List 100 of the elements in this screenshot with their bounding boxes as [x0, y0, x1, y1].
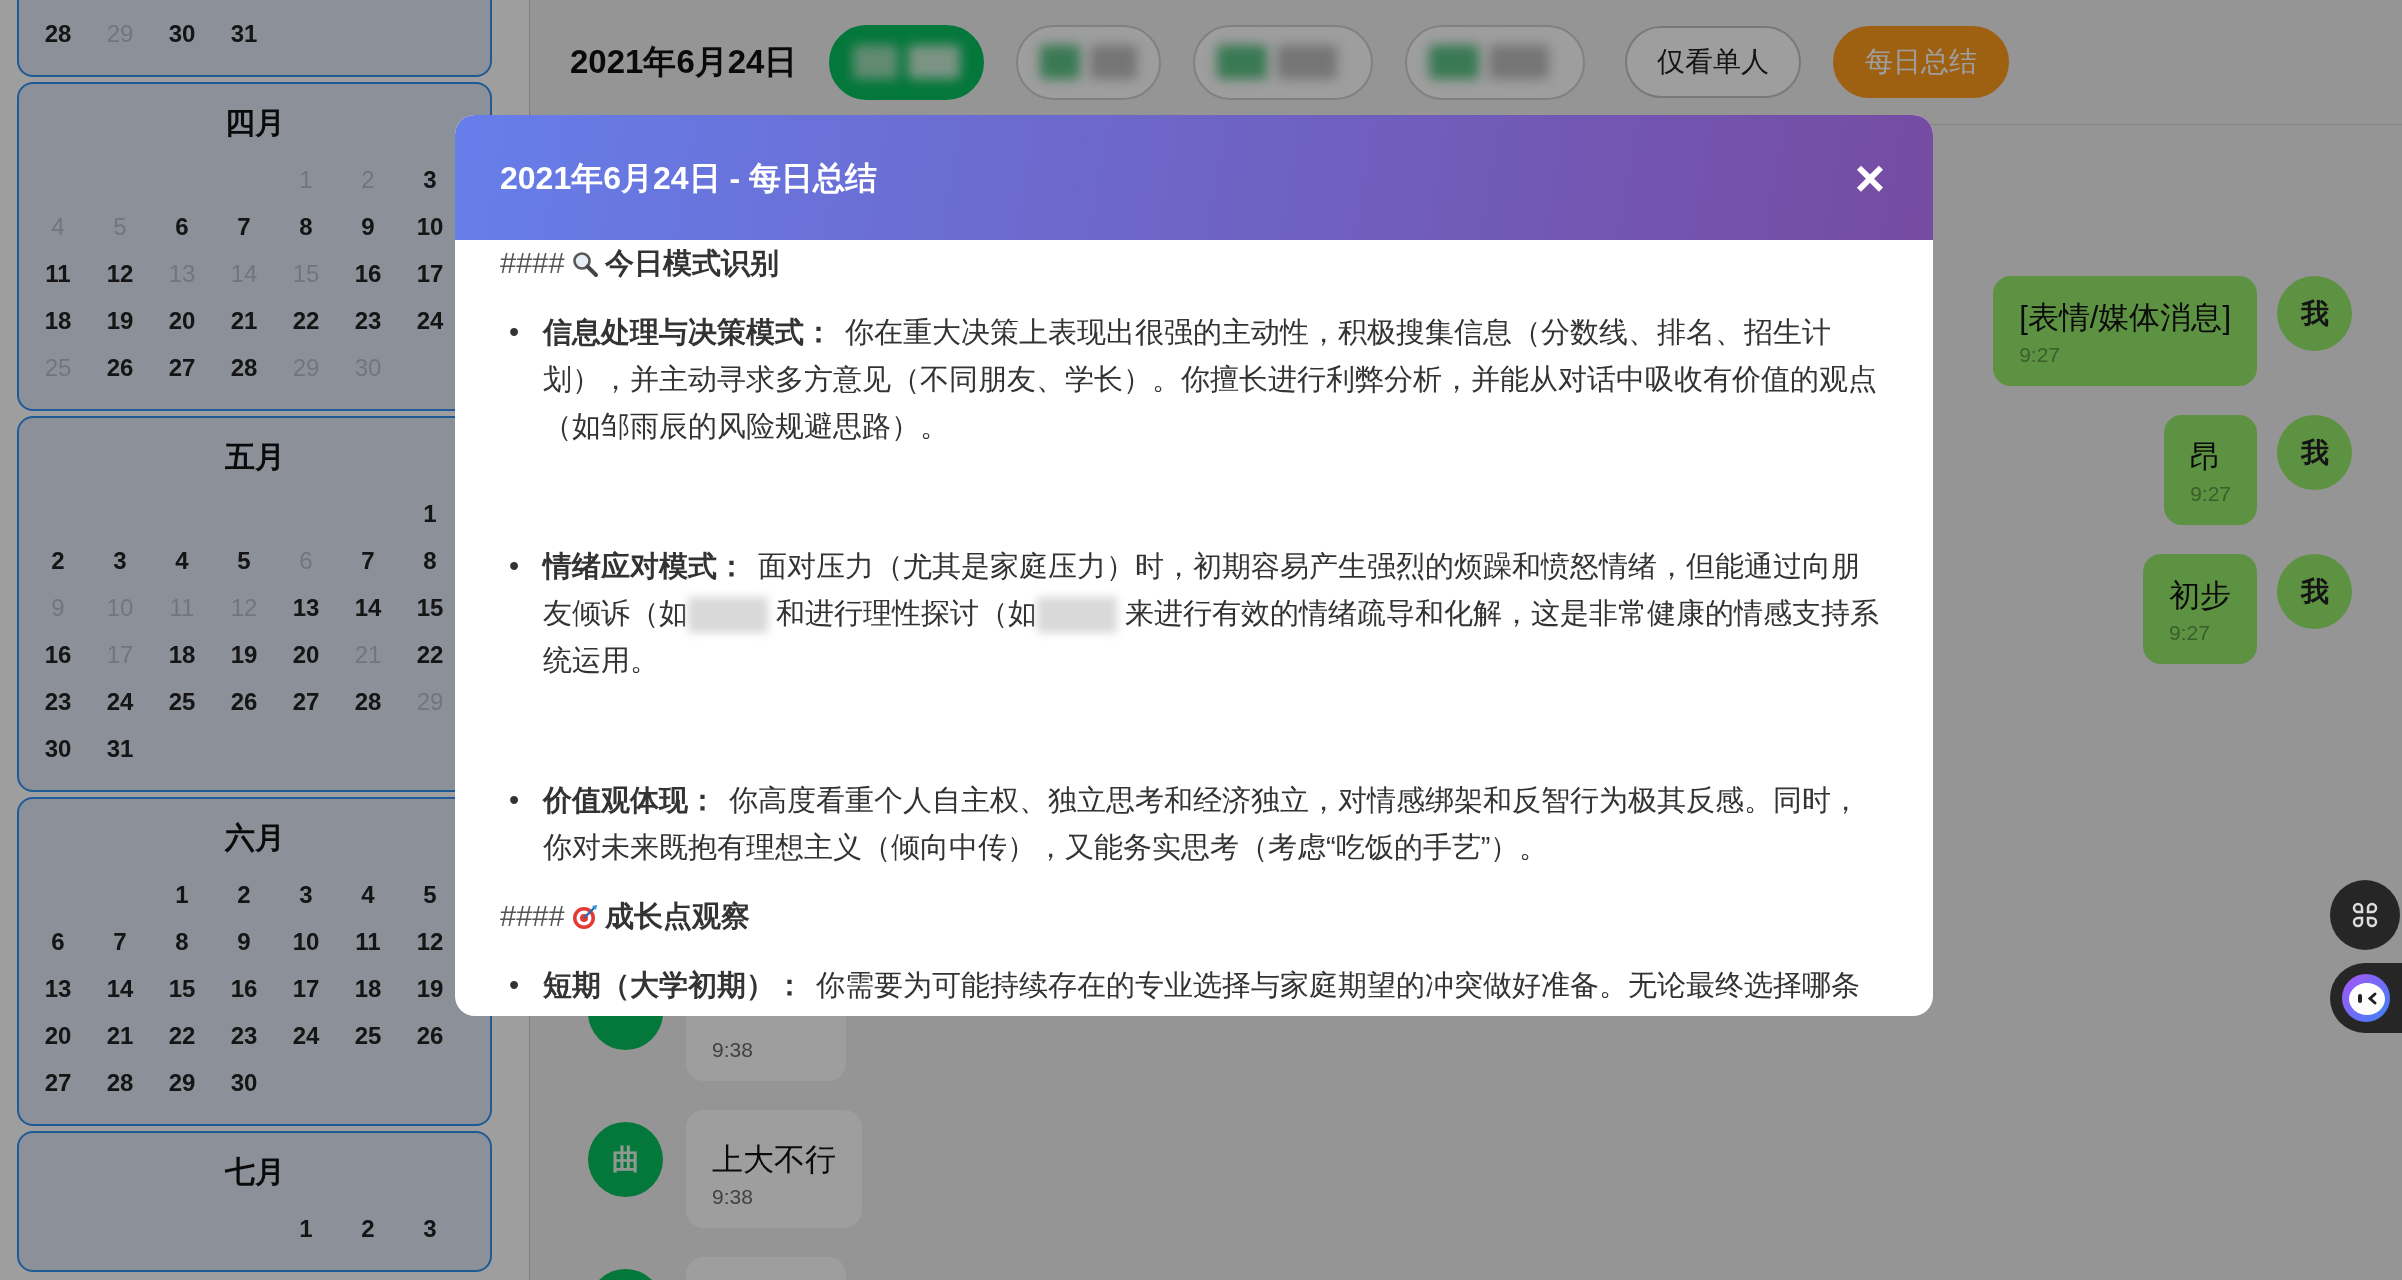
calendar-day[interactable]: 23 [354, 306, 382, 335]
message-text: [表情/媒体消息] [2019, 299, 2231, 337]
calendar-day[interactable]: 25 [168, 687, 196, 716]
calendar-day[interactable]: 17 [416, 259, 444, 288]
calendar-day[interactable]: 26 [416, 1021, 444, 1050]
calendar-day[interactable]: 26 [106, 353, 134, 382]
dialog-title: 2021年6月24日 - 每日总结 [500, 158, 877, 198]
calendar-day[interactable]: 21 [230, 306, 258, 335]
calendar-day[interactable]: 30 [44, 734, 72, 763]
calendar-day[interactable]: 3 [299, 880, 313, 909]
calendar-day[interactable]: 19 [106, 306, 134, 335]
calendar-day[interactable]: 13 [292, 593, 320, 622]
calendar-day[interactable]: 7 [361, 546, 375, 575]
calendar-day[interactable]: 2 [51, 546, 65, 575]
calendar-day[interactable]: 4 [175, 546, 189, 575]
calendar-day[interactable]: 4 [361, 880, 375, 909]
calendar-day[interactable]: 19 [230, 640, 258, 669]
filter-button[interactable]: 仅看单人 [1625, 26, 1802, 98]
calendar-day[interactable]: 24 [106, 687, 134, 716]
calendar-day[interactable]: 29 [168, 1068, 196, 1097]
calendar-day[interactable]: 18 [168, 640, 196, 669]
calendar-day[interactable]: 13 [44, 974, 72, 1003]
calendar-day[interactable]: 30 [168, 19, 196, 48]
message-text: 初步 [2169, 577, 2231, 615]
calendar-day[interactable]: 11 [45, 259, 71, 288]
calendar-day[interactable]: 7 [237, 212, 251, 241]
calendar-day[interactable]: 28 [44, 19, 72, 48]
calendar-day[interactable]: 12 [416, 927, 444, 956]
calendar-day[interactable]: 20 [168, 306, 196, 335]
calendar-day[interactable]: 11 [355, 927, 381, 956]
calendar-day[interactable]: 8 [423, 546, 437, 575]
calendar-day[interactable]: 17 [292, 974, 320, 1003]
calendar-day[interactable]: 7 [113, 927, 127, 956]
search-icon [570, 249, 599, 278]
calendar-day[interactable]: 31 [106, 734, 134, 763]
calendar-day[interactable]: 9 [237, 927, 251, 956]
calendar-day[interactable]: 19 [416, 974, 444, 1003]
calendar-day[interactable]: 18 [44, 306, 72, 335]
calendar-day[interactable]: 15 [416, 593, 444, 622]
calendar-day[interactable]: 22 [168, 1021, 196, 1050]
calendar-day[interactable]: 27 [168, 353, 196, 382]
calendar-day[interactable]: 14 [106, 974, 134, 1003]
calendar-day[interactable]: 3 [423, 165, 437, 194]
calendar-day[interactable]: 15 [168, 974, 196, 1003]
face-icon [2341, 973, 2391, 1023]
avatar: 我 [2277, 276, 2352, 351]
calendar-day[interactable]: 21 [106, 1021, 134, 1050]
calendar-day[interactable]: 9 [361, 212, 375, 241]
month-title: 七月 [223, 1154, 286, 1190]
avatar: 曲 [588, 1122, 663, 1197]
calendar-day[interactable]: 2 [361, 1214, 375, 1243]
calendar-day[interactable]: 20 [44, 1021, 72, 1050]
calendar-day[interactable]: 27 [292, 687, 320, 716]
heading-marks: #### [500, 899, 565, 934]
summary-bullet: 情绪应对模式： 面对压力（尤其是家庭压力）时，初期容易产生强烈的烦躁和愤怒情绪，但能通过向朋友倾诉（如 和进行理性探讨（如 来进行有效的情绪疏导和化解，这是非常健康的情感支持系统运用。 [543, 549, 1881, 678]
calendar-day[interactable]: 28 [354, 687, 382, 716]
calendar-day[interactable]: 8 [299, 212, 313, 241]
calendar-day[interactable]: 1 [175, 880, 189, 909]
calendar-day[interactable]: 1 [423, 499, 437, 528]
calendar-day[interactable]: 10 [416, 212, 444, 241]
calendar-day[interactable]: 22 [292, 306, 320, 335]
calendar-day[interactable]: 1 [299, 1214, 313, 1243]
close-button[interactable]: × [1846, 151, 1893, 204]
calendar-day[interactable]: 6 [51, 927, 65, 956]
calendar-day[interactable]: 16 [44, 640, 72, 669]
bullet-mark: • [507, 783, 521, 818]
calendar-day[interactable]: 31 [230, 19, 258, 48]
calendar-day[interactable]: 10 [292, 927, 320, 956]
message-time: 9:38 [712, 1037, 754, 1063]
calendar-day[interactable]: 5 [237, 546, 251, 575]
calendar-day[interactable]: 5 [423, 880, 437, 909]
calendar-day[interactable]: 22 [416, 640, 444, 669]
calendar-day[interactable]: 3 [113, 546, 127, 575]
message-time: 9:38 [712, 1184, 754, 1210]
calendar-day[interactable]: 3 [423, 1214, 437, 1243]
calendar-day[interactable]: 14 [354, 593, 382, 622]
calendar-day[interactable]: 16 [230, 974, 258, 1003]
calendar-day[interactable]: 23 [44, 687, 72, 716]
assistant-button[interactable] [2330, 963, 2402, 1033]
calendar-day[interactable]: 16 [354, 259, 382, 288]
bullet-mark: • [507, 968, 521, 1003]
summary-bullet: 短期（大学初期）： 你需要为可能持续存在的专业选择与家庭期望的冲突做好准备。无论最终选择哪条 [543, 968, 1861, 1003]
calendar-day[interactable]: 24 [292, 1021, 320, 1050]
calendar-day[interactable]: 26 [230, 687, 258, 716]
calendar-day[interactable]: 30 [230, 1068, 258, 1097]
month-title: 五月 [223, 439, 286, 475]
calendar-day[interactable]: 23 [230, 1021, 258, 1050]
calendar-day[interactable]: 28 [230, 353, 258, 382]
section-heading: 今日模式识别 [604, 246, 779, 281]
calendar-day[interactable]: 25 [354, 1021, 382, 1050]
calendar-day[interactable]: 8 [175, 927, 189, 956]
calendar-day[interactable]: 18 [354, 974, 382, 1003]
calendar-day[interactable]: 27 [44, 1068, 72, 1097]
calendar-day[interactable]: 24 [416, 306, 444, 335]
message-text: 上大不行 [712, 1141, 836, 1179]
calendar-day[interactable]: 2 [237, 880, 251, 909]
calendar-day[interactable]: 20 [292, 640, 320, 669]
calendar-day[interactable]: 6 [175, 212, 189, 241]
calendar-day[interactable]: 12 [106, 259, 134, 288]
calendar-day[interactable]: 28 [106, 1068, 134, 1097]
